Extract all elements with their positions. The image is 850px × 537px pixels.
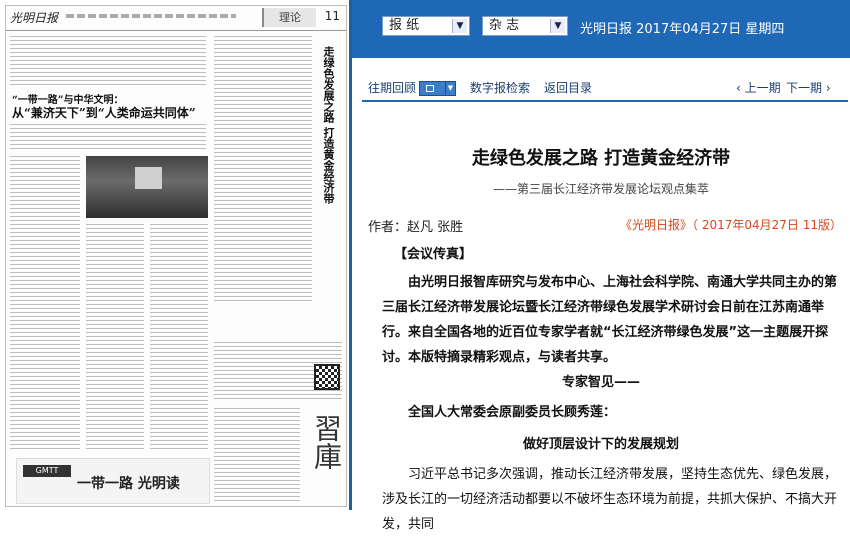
newspaper-page-image[interactable]: 光明日报 理论 11 “一带一路”与中华文明： 从“兼济天下”到“人类命运共同体… [5,5,347,507]
thumb-vertical-headline: 走绿色发展之路 打造黄金经济带 [322,46,335,204]
thumb-text-block [10,124,206,152]
past-issues-link[interactable]: 往期回顾 [368,79,416,96]
qr-code-icon [314,364,340,390]
page-masthead: 光明日报 理论 11 [6,6,346,31]
thumb-photo [86,156,208,218]
thumb-text-column [214,36,312,304]
thumb-calligraphy: 習庫 [310,414,343,470]
calendar-icon[interactable]: ▼ [419,81,456,96]
masthead-meta-text [66,14,236,18]
issue-date: 光明日报 2017年04月27日 星期四 [580,22,785,37]
magazine-select[interactable]: 杂 志 ▼ [482,16,568,36]
gmtt-logo-icon: GMTT [23,465,71,477]
body-paragraph: 习近平总书记多次强调，推动长江经济带发展，坚持生态优先、绿色发展，涉及长江的一切… [382,467,838,532]
magazine-select-value: 杂 志 [489,18,520,33]
chevron-down-icon: ▼ [452,19,467,33]
article-body: 走绿色发展之路 打造黄金经济带 ——第三届长江经济带发展论坛观点集萃 作者：赵凡… [352,102,850,532]
top-toolbar: 报 纸 ▼ 杂 志 ▼ 光明日报 2017年04月27日 星期四 [352,0,850,58]
paper-select[interactable]: 报 纸 ▼ [382,16,470,36]
page-number: 11 [324,9,340,23]
section-label: 【会议传真】 [394,247,473,262]
next-issue-link[interactable]: 下一期 › [786,79,831,96]
article-subtitle: ——第三届长江经济带发展论坛观点集萃 [492,182,709,196]
speaker-name: 全国人大常委会原副委员长顾秀莲： [408,405,617,420]
issue-nav: 往期回顾 ▼ 数字报检索 返回目录 ‹ 上一期 下一期 › [352,76,850,98]
thumb-text-column [150,224,208,452]
thumb-text-block [10,36,206,86]
article-author: 作者：赵凡 张胜 [368,220,464,235]
paper-logo: 光明日报 [10,11,59,25]
thumb-text-column [86,224,144,452]
newspaper-page-thumbnail[interactable]: 光明日报 理论 11 “一带一路”与中华文明： 从“兼济天下”到“人类命运共同体… [0,0,352,510]
thumb-ad-banner: GMTT 一带一路 光明读 [16,458,210,504]
digital-search-link[interactable]: 数字报检索 [470,79,530,96]
article-panel: 报 纸 ▼ 杂 志 ▼ 光明日报 2017年04月27日 星期四 往期回顾 ▼ … [352,0,850,532]
lead-paragraph: 由光明日报智库研究与发布中心、上海社会科学院、南通大学共同主办的第三届长江经济带… [382,275,838,365]
speaker-topic: 做好顶层设计下的发展规划 [522,437,679,452]
thumb-text-column [10,156,80,452]
thumb-text-block [214,408,300,502]
thumb-headline: 从“兼济天下”到“人类命运共同体” [12,106,196,120]
paper-select-value: 报 纸 [389,18,420,33]
section-label: 理论 [262,8,316,27]
back-to-index-link[interactable]: 返回目录 [544,79,592,96]
thumb-banner-text: 一带一路 光明读 [77,476,180,492]
expert-heading: 专家智见—— [561,375,640,390]
prev-issue-link[interactable]: ‹ 上一期 [736,79,781,96]
article-title: 走绿色发展之路 打造黄金经济带 [471,148,731,169]
article-source-link[interactable]: 《光明日报》（ 2017年04月27日 11版） [620,216,842,233]
chevron-down-icon: ▼ [550,19,565,33]
